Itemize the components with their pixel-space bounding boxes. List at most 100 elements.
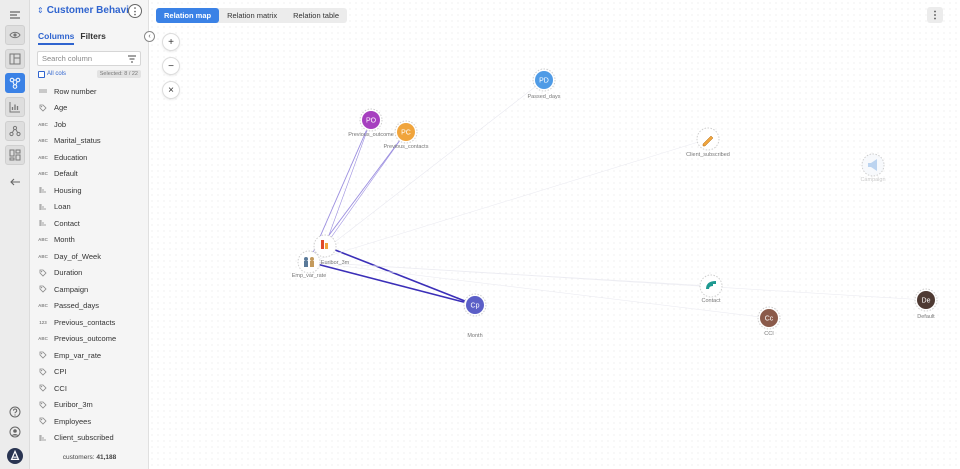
column-type-icon (38, 351, 48, 359)
panel-tabs: Columns Filters (38, 31, 106, 45)
graph-node[interactable]: Client_subscribed (686, 127, 730, 158)
column-list: Row number Age ABC Job ABC Marital_status ABC E… (38, 83, 142, 446)
node-label: Previous_contacts (384, 144, 429, 150)
collapse-panel-button[interactable]: ‹ (144, 31, 155, 42)
updown-icon: ⇕ (37, 6, 44, 15)
graph-edge[interactable] (308, 261, 770, 319)
graph-node[interactable]: Contact (699, 274, 723, 304)
column-item[interactable]: ABC Month (38, 232, 142, 249)
column-item[interactable]: ABC Previous_outcome (38, 331, 142, 348)
reset-view-button[interactable]: × (162, 81, 180, 99)
column-name: CCI (54, 383, 67, 393)
column-item[interactable]: ABC Marital_status (38, 133, 142, 150)
column-item[interactable]: ABC Day_of_Week (38, 248, 142, 265)
zoom-in-button[interactable]: + (162, 33, 180, 51)
node-label: Emp_var_rate (292, 273, 327, 279)
column-item[interactable]: Emp_var_rate (38, 347, 142, 364)
columns-panel: ⇕ Customer Behavio... ⋮ Columns Filters … (30, 0, 149, 469)
graph-edge[interactable] (308, 138, 709, 263)
column-item[interactable]: Row number (38, 83, 142, 100)
dataset-selector[interactable]: ⇕ Customer Behavio... (37, 5, 137, 16)
column-name: Campaign (54, 284, 89, 294)
user-icon[interactable] (5, 422, 25, 442)
column-item[interactable]: Employees (38, 413, 142, 430)
search-column-input[interactable] (38, 52, 126, 65)
column-name: Emp_var_rate (54, 350, 102, 360)
app-window: ⇕ Customer Behavio... ⋮ Columns Filters … (0, 0, 960, 469)
node-halo (297, 250, 321, 274)
node-label: Default (917, 314, 935, 320)
graph-icon[interactable] (5, 121, 25, 141)
relation-icon[interactable] (5, 73, 25, 93)
tab-filters[interactable]: Filters (80, 31, 106, 45)
checkbox-icon[interactable] (38, 70, 45, 78)
column-name: Loan (54, 202, 71, 212)
column-item[interactable]: Duration (38, 265, 142, 282)
tab-relation-map[interactable]: Relation map (156, 8, 220, 23)
column-name: Education (54, 152, 88, 162)
tab-columns[interactable]: Columns (38, 31, 75, 45)
eye-icon[interactable] (5, 25, 25, 45)
graph-node[interactable]: PO Previous_outcome (348, 108, 394, 138)
view-tabs: Relation map Relation matrix Relation ta… (156, 8, 347, 23)
graph-node[interactable]: Cp Month (463, 293, 487, 339)
column-name: Housing (54, 185, 82, 195)
search-column-field (37, 51, 141, 66)
column-name: Row number (54, 86, 97, 96)
dataset-menu-button[interactable]: ⋮ (128, 4, 142, 18)
more-options-button[interactable]: ⋮ (927, 7, 943, 23)
column-type-icon (38, 186, 48, 194)
graph-edge[interactable] (308, 261, 476, 306)
layout-icon[interactable] (5, 49, 25, 69)
dashboard-icon[interactable] (5, 145, 25, 165)
graph-node[interactable]: Cc CCI (757, 306, 781, 337)
column-item[interactable]: Loan (38, 199, 142, 216)
column-item[interactable]: ABC Education (38, 149, 142, 166)
column-item[interactable]: Housing (38, 182, 142, 199)
node-label: Contact (702, 298, 721, 304)
node-label: Passed_days (527, 94, 560, 100)
column-item[interactable]: ABC Default (38, 166, 142, 183)
column-name: Passed_days (54, 301, 100, 311)
column-name: Previous_outcome (54, 334, 117, 344)
all-columns-toggle[interactable]: All cols (38, 70, 66, 78)
column-item[interactable]: CPI (38, 364, 142, 381)
graph-node[interactable]: PD Passed_days (527, 68, 561, 100)
logo-icon[interactable] (5, 446, 25, 466)
column-item[interactable]: Euribor_3m (38, 397, 142, 414)
column-item[interactable]: ABC Passed_days (38, 298, 142, 315)
node-label: CCI (764, 331, 774, 337)
chart-icon[interactable] (5, 97, 25, 117)
back-icon[interactable] (5, 172, 25, 192)
column-item[interactable]: Age (38, 100, 142, 117)
column-item[interactable]: ABC Job (38, 116, 142, 133)
column-item[interactable]: Client_subscribed (38, 430, 142, 447)
column-type-icon (38, 269, 48, 277)
menu-icon[interactable] (5, 5, 25, 25)
relation-graph: PD Passed_days PO Previous_outcome PC Previou… (292, 68, 938, 339)
dataset-name: Customer Behavio... (46, 5, 129, 16)
relation-map-canvas[interactable]: PD Passed_days PO Previous_outcome PC Previou… (149, 0, 960, 469)
column-type-icon (38, 384, 48, 392)
graph-node[interactable]: De Default (914, 288, 938, 320)
column-item[interactable]: Campaign (38, 281, 142, 298)
graph-edge[interactable] (308, 79, 545, 263)
tab-relation-table[interactable]: Relation table (285, 8, 347, 23)
column-item[interactable]: Contact (38, 215, 142, 232)
row-count-footer: customers: 41,188 (30, 454, 149, 461)
help-icon[interactable] (5, 402, 25, 422)
graph-edge[interactable] (324, 119, 372, 247)
graph-edge[interactable] (324, 245, 476, 306)
graph-node[interactable]: Campaign (860, 153, 886, 183)
column-type-icon: ABC (38, 121, 48, 127)
column-type-icon: ABC (38, 171, 48, 177)
column-type-icon (38, 104, 48, 112)
count-label: customers: (62, 454, 95, 461)
column-type-icon (38, 434, 48, 442)
graph-edge[interactable] (308, 261, 712, 287)
filter-icon[interactable] (128, 55, 136, 63)
zoom-out-button[interactable]: − (162, 57, 180, 75)
column-item[interactable]: 123 Previous_contacts (38, 314, 142, 331)
tab-relation-matrix[interactable]: Relation matrix (219, 8, 285, 23)
column-item[interactable]: CCI (38, 380, 142, 397)
